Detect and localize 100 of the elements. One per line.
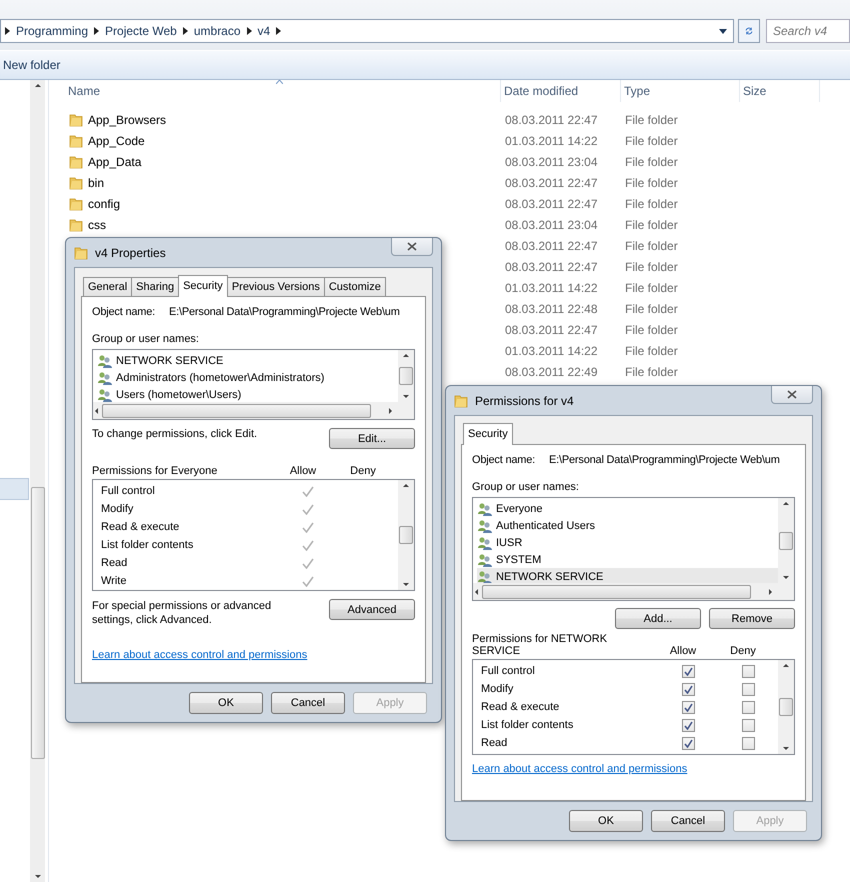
close-icon <box>407 242 417 251</box>
allow-header: Allow <box>288 465 318 477</box>
folder-icon <box>69 154 83 168</box>
users-icon <box>477 552 493 566</box>
users-icon <box>97 354 113 368</box>
checkbox[interactable] <box>742 700 754 714</box>
close-button[interactable] <box>771 386 813 404</box>
group-item[interactable]: IUSR <box>477 534 778 551</box>
close-button[interactable] <box>391 238 433 256</box>
date-cell-text: 08.03.2011 22:48 <box>504 302 599 316</box>
column-header[interactable]: Name <box>65 80 501 102</box>
date-cell-text: 08.03.2011 22:47 <box>504 322 599 336</box>
date-cell-text: 01.03.2011 14:22 <box>504 344 599 358</box>
tab[interactable]: Customize <box>324 277 386 296</box>
dialog-button[interactable]: OK <box>189 692 263 714</box>
file-name[interactable]: App_Data <box>88 154 142 168</box>
tab[interactable]: Security <box>463 423 513 445</box>
type-cell-text: File folder <box>624 112 679 126</box>
address-bar[interactable]: Programming Projecte Web umbraco v4 <box>0 19 734 43</box>
advanced-button[interactable]: Advanced <box>329 599 415 620</box>
object-name-value: E:\Personal Data\Programming\Projecte Web\um <box>549 454 780 466</box>
horizontal-scrollbar[interactable] <box>473 583 794 600</box>
file-name[interactable]: config <box>88 196 120 210</box>
users-icon <box>97 370 113 384</box>
checkbox[interactable] <box>742 664 754 678</box>
tab[interactable]: Sharing <box>131 277 180 296</box>
deny-header: Deny <box>729 645 757 657</box>
group-list-label: Group or user names: <box>92 333 200 345</box>
type-cell-text: File folder <box>624 364 679 378</box>
permission-name: Full control <box>481 665 536 677</box>
type-cell-text: File folder <box>624 238 679 252</box>
file-name[interactable]: App_Code <box>88 134 145 148</box>
group-item[interactable]: Everyone <box>477 500 778 517</box>
checkbox[interactable] <box>682 682 694 696</box>
scrollbar[interactable] <box>30 80 45 882</box>
column-header[interactable]: Size <box>740 80 820 102</box>
group-action-button[interactable]: Remove <box>709 608 795 629</box>
edit-button[interactable]: Edit... <box>329 428 415 449</box>
tab[interactable]: Previous Versions <box>226 277 325 296</box>
column-header[interactable]: Date modified <box>501 80 621 102</box>
permission-name: Full control <box>101 485 156 497</box>
refresh-button[interactable] <box>738 19 760 43</box>
permission-name: Modify <box>101 503 134 515</box>
folder-icon <box>69 112 83 126</box>
date-cell-text: 08.03.2011 22:47 <box>504 260 599 274</box>
scrollbar[interactable] <box>778 660 794 754</box>
date-cell-text: 08.03.2011 22:49 <box>504 364 599 378</box>
users-icon <box>97 388 113 402</box>
date-cell-text: 08.03.2011 23:04 <box>504 218 599 232</box>
type-cell-text: File folder <box>624 322 679 336</box>
group-list-label: Group or user names: <box>472 481 580 493</box>
help-link[interactable]: Learn about access control and permissions <box>472 763 688 775</box>
tab[interactable]: Security <box>178 275 228 297</box>
type-cell-text: File folder <box>624 302 679 316</box>
permission-name: Read & execute <box>101 521 180 533</box>
group-item[interactable]: SYSTEM <box>477 551 778 568</box>
tab[interactable]: General <box>83 277 132 296</box>
dialog-button[interactable]: Cancel <box>271 692 345 714</box>
type-cell-text: File folder <box>624 218 679 232</box>
checkbox[interactable] <box>742 682 754 696</box>
help-link[interactable]: Learn about access control and permissions <box>92 649 308 661</box>
group-item[interactable]: Administrators (hometower\Administrators) <box>97 369 398 386</box>
checkbox[interactable] <box>682 664 694 678</box>
dialog-button[interactable]: OK <box>569 810 643 832</box>
checkbox[interactable] <box>682 700 694 714</box>
group-item[interactable]: Users (hometower\Users) <box>97 386 398 403</box>
checkbox[interactable] <box>682 718 694 732</box>
group-item[interactable]: NETWORK SERVICE <box>97 352 398 369</box>
date-cell-text: 08.03.2011 22:47 <box>504 112 599 126</box>
file-name[interactable]: App_Browsers <box>88 112 166 126</box>
scrollbar[interactable] <box>778 498 794 583</box>
group-action-button[interactable]: Add... <box>615 608 701 629</box>
permissions-label: Permissions for Everyone <box>92 465 218 477</box>
group-item[interactable]: Authenticated Users <box>477 517 778 534</box>
folder-icon <box>69 218 83 232</box>
permissions-label: Permissions for NETWORK SERVICE <box>472 633 608 657</box>
file-name[interactable]: bin <box>88 176 104 190</box>
dialog-button[interactable]: Cancel <box>651 810 725 832</box>
permission-name: Write <box>101 575 128 587</box>
scrollbar[interactable] <box>398 350 414 402</box>
users-icon <box>477 536 493 550</box>
date-cell-text: 01.03.2011 14:22 <box>504 280 599 294</box>
column-header[interactable]: Type <box>621 80 740 102</box>
checkbox[interactable] <box>742 736 754 750</box>
folder-icon <box>69 196 83 210</box>
checkbox[interactable] <box>682 736 694 750</box>
checkbox[interactable] <box>742 718 754 732</box>
date-cell-text: 01.03.2011 14:22 <box>504 134 599 148</box>
horizontal-scrollbar[interactable] <box>93 402 414 419</box>
file-name[interactable]: css <box>88 218 106 232</box>
close-icon <box>787 390 797 399</box>
object-name-label: Object name: <box>472 454 536 466</box>
scrollbar[interactable] <box>398 480 414 590</box>
folder-icon <box>69 134 83 148</box>
deny-header: Deny <box>349 465 377 477</box>
search-field[interactable]: Search v4 <box>766 19 850 43</box>
allow-header: Allow <box>668 645 698 657</box>
folder-icon <box>69 176 83 190</box>
permission-name: Read <box>481 737 508 749</box>
toolbar-button[interactable]: New folder <box>3 58 60 72</box>
